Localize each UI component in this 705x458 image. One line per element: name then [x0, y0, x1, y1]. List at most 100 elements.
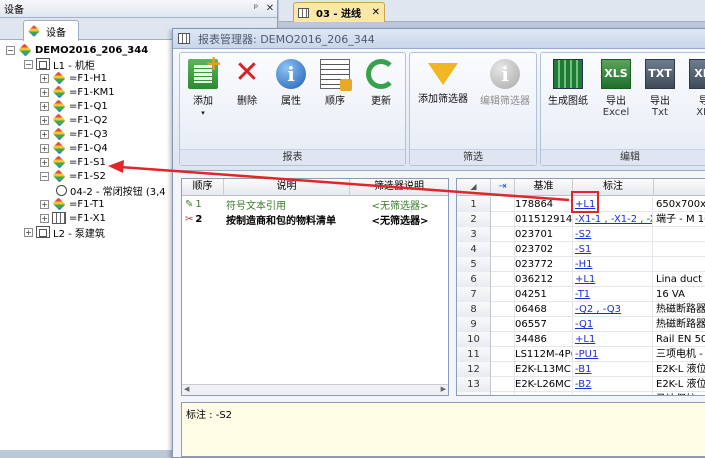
add-filter-button[interactable]: 添加筛选器: [412, 57, 474, 145]
expand-icon[interactable]: +: [40, 129, 49, 139]
ribbon-group-report: 添加 ▾ ✕ 删除 i 属性 顺序 更新 报表: [179, 51, 406, 166]
table-row[interactable]: ✎ 1 符号文本引用 <无筛选器>: [182, 197, 450, 212]
row-spacer: [491, 377, 515, 392]
expand-icon[interactable]: +: [40, 213, 49, 223]
device-icon: [52, 113, 66, 127]
column-header-extra[interactable]: [654, 179, 705, 196]
row-tag-cell: -Q4: [573, 392, 653, 395]
tree-item[interactable]: + =F1-KM1: [40, 85, 115, 99]
pin-icon[interactable]: ᵖ: [249, 3, 263, 14]
tree-item[interactable]: + =F1-Q3: [40, 127, 108, 141]
filter-toggle-icon[interactable]: ⇥: [491, 179, 515, 196]
tree-item[interactable]: + =F1-S1: [40, 155, 106, 169]
row-tag-link[interactable]: +L1: [575, 334, 595, 345]
tree-item[interactable]: 04-2 - 常闭按钮 (3,4: [56, 183, 166, 198]
expand-icon[interactable]: +: [24, 227, 33, 237]
edit-filter-label: 编辑筛选器: [480, 96, 530, 107]
row-tag-link[interactable]: -B2: [575, 379, 591, 390]
column-header-order[interactable]: 顺序: [182, 179, 224, 196]
row-tag-link[interactable]: +L1: [575, 274, 595, 285]
table-row[interactable]: 13 E2K-L26MC1-B2 E2K-L 液位传: [457, 377, 705, 392]
expand-icon[interactable]: +: [40, 115, 49, 125]
expand-icon[interactable]: +: [40, 87, 49, 97]
collapse-icon[interactable]: −: [6, 45, 15, 55]
table-row[interactable]: 3 023701 -S2: [457, 227, 705, 242]
row-extra: 热磁断路器: [656, 304, 705, 315]
tree-item[interactable]: + L2 - 泵建筑: [24, 225, 105, 240]
update-button[interactable]: 更新: [360, 57, 402, 145]
export-txt-button[interactable]: TXT 导出 Txt: [639, 57, 681, 145]
expand-icon[interactable]: +: [40, 157, 49, 167]
table-row[interactable]: 8 06468 -Q2 , -Q3 热磁断路器: [457, 302, 705, 317]
tree-item-label: L1 - 机柜: [53, 60, 95, 72]
row-tag-link[interactable]: -PU1: [575, 349, 598, 360]
row-tag-cell: +L1: [573, 272, 653, 287]
export-xml-button[interactable]: XM 导 XM: [683, 57, 705, 145]
order-button[interactable]: 顺序: [314, 57, 356, 145]
row-tag-link[interactable]: -Q4: [575, 394, 593, 395]
table-row[interactable]: 10 34486+L1 Rail EN 50022: [457, 332, 705, 347]
add-report-button[interactable]: 添加 ▾: [182, 51, 224, 145]
tree-item[interactable]: + =F1-H1: [40, 71, 107, 85]
column-header-description[interactable]: 说明: [224, 179, 350, 196]
tree-item[interactable]: − =F1-S2: [40, 169, 106, 183]
tree-item-label: =F1-Q4: [69, 142, 108, 154]
row-tag-cell: -Q2 , -Q3: [573, 302, 653, 317]
properties-button[interactable]: i 属性: [270, 57, 312, 145]
expand-icon[interactable]: +: [40, 143, 49, 153]
tree-item[interactable]: + =F1-Q4: [40, 141, 108, 155]
document-tab-strip: 03 - 进线 ✕: [279, 0, 705, 22]
table-row[interactable]: 12 E2K-L13MC1-B1 E2K-L 液位传: [457, 362, 705, 377]
column-header-filter[interactable]: 筛选器说明: [350, 179, 448, 196]
tree-item-label: L2 - 泵建筑: [53, 228, 105, 240]
row-description: 符号文本引用: [226, 200, 286, 212]
column-header-base[interactable]: 基准: [515, 179, 573, 196]
table-row[interactable]: 11 LS112M-4P(4)-PU1 三项电机 - 4: [457, 347, 705, 362]
xml-icon: XM: [689, 59, 705, 89]
horizontal-scrollbar[interactable]: [182, 384, 448, 395]
table-row[interactable]: ✂ 2 按制造商和包的物料清单 <无筛选器>: [182, 212, 450, 227]
expand-icon[interactable]: +: [40, 73, 49, 83]
generate-pages-button[interactable]: 生成图纸: [543, 57, 593, 145]
row-tag-link[interactable]: -B1: [575, 364, 591, 375]
tree-item[interactable]: − DEMO2016_206_344: [6, 43, 148, 57]
row-tag-link[interactable]: -Q2 , -Q3: [575, 304, 621, 315]
table-row[interactable]: 5 023772 -H1: [457, 257, 705, 272]
collapse-icon[interactable]: −: [40, 171, 49, 181]
tree-item[interactable]: − L1 - 机柜: [24, 57, 95, 72]
row-tag-link[interactable]: -H1: [575, 259, 593, 270]
tree-item[interactable]: + =F1-T1: [40, 197, 105, 211]
tab-devices[interactable]: 设备: [23, 20, 79, 41]
row-tag-link[interactable]: -Q1: [575, 319, 593, 330]
row-tag-cell: -B2: [573, 377, 653, 392]
row-tag-link[interactable]: -X1-1 , -X1-2 , -X...: [575, 214, 652, 225]
tree-item[interactable]: + =F1-Q2: [40, 113, 108, 127]
row-tag-link[interactable]: -T1: [575, 289, 590, 300]
row-tag-link[interactable]: -S2: [575, 229, 591, 240]
expand-icon[interactable]: +: [40, 101, 49, 111]
tree-item[interactable]: + =F1-Q1: [40, 99, 108, 113]
tree-item[interactable]: + =F1-X1: [40, 211, 106, 225]
row-base: 011512914: [515, 212, 573, 227]
delete-report-button[interactable]: ✕ 删除: [226, 57, 268, 145]
row-order: 1: [195, 198, 202, 210]
table-row[interactable]: 6 036212+L1 Lina duct 25: [457, 272, 705, 287]
row-tag-link[interactable]: -S1: [575, 244, 591, 255]
export-txt-sub: Txt: [652, 107, 668, 118]
collapse-icon[interactable]: −: [24, 59, 33, 69]
table-row[interactable]: 9 06557 -Q1 热磁断路器: [457, 317, 705, 332]
table-row[interactable]: 4 023702 -S1: [457, 242, 705, 257]
edit-filter-button[interactable]: i 编辑筛选器: [474, 57, 536, 145]
table-row[interactable]: 14 GV2ME06-Q4 马达保护: [457, 392, 705, 395]
row-spacer: [491, 332, 515, 347]
table-row[interactable]: 7 04251 -T1 16 VA: [457, 287, 705, 302]
info-icon: i: [276, 59, 306, 89]
device-icon: [52, 99, 66, 113]
tab-page-03[interactable]: 03 - 进线 ✕: [293, 2, 385, 22]
close-tab-icon[interactable]: ✕: [372, 7, 380, 18]
table-row[interactable]: 2 011512914-X1-1 , -X1-2 , -X... 端子 - M 16…: [457, 212, 705, 227]
expand-icon[interactable]: +: [40, 199, 49, 209]
export-excel-button[interactable]: XLS 导出 Excel: [595, 57, 637, 145]
row-tag-cell: -PU1: [573, 347, 653, 362]
close-panel-icon[interactable]: ✕: [263, 3, 277, 14]
